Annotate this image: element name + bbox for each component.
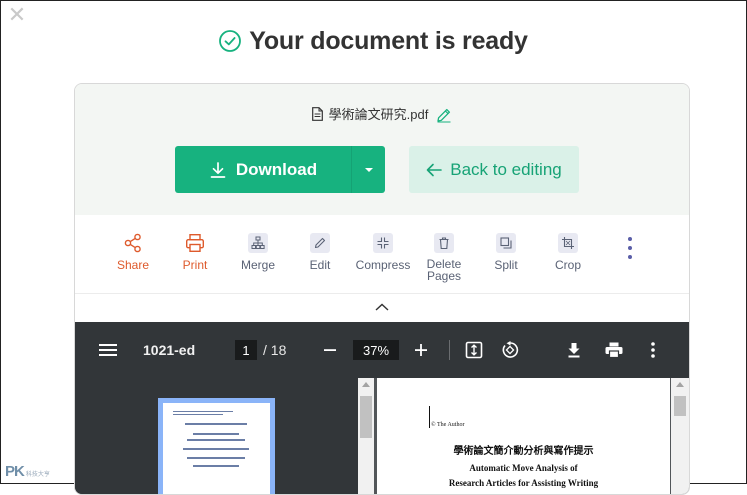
- rename-pencil-icon[interactable]: [436, 107, 452, 123]
- download-icon: [210, 161, 226, 178]
- compress-icon: [373, 233, 393, 253]
- watermark-text: PK: [5, 463, 25, 480]
- tool-bar: Share Print Merge Edit Compress Delete P…: [75, 215, 689, 293]
- check-circle-icon: [219, 30, 242, 52]
- printer-icon: [186, 234, 205, 253]
- download-options-toggle[interactable]: [352, 146, 385, 193]
- text-cursor: [429, 406, 430, 428]
- page-total: / 18: [263, 342, 287, 358]
- close-button[interactable]: ✕: [7, 4, 27, 26]
- tool-label: Print: [182, 258, 208, 272]
- chevron-up-icon: [375, 303, 389, 311]
- fit-page-icon[interactable]: [465, 322, 483, 378]
- split-icon: [496, 233, 516, 253]
- tool-label: Crop: [554, 258, 581, 272]
- tool-crop[interactable]: Crop: [536, 233, 600, 272]
- zoom-in-icon[interactable]: [414, 322, 428, 378]
- toolbar-divider: [449, 340, 450, 360]
- page-thumbnail[interactable]: [158, 398, 275, 494]
- page-title: Your document is ready: [1, 27, 746, 56]
- thumbnail-scrollbar[interactable]: [358, 378, 374, 494]
- viewer-doc-name: 1021-ed: [143, 342, 196, 358]
- tool-label: Share: [116, 258, 150, 272]
- tool-share[interactable]: Share: [101, 233, 165, 272]
- card-header: 學術論文研究.pdf Download Back to editing: [75, 84, 689, 215]
- page-title-en-2: Research Articles for Assisting Writing: [448, 478, 599, 488]
- caret-down-icon: [364, 167, 373, 172]
- pdf-viewer-toolbar: 1021-ed 1 / 18 37%: [75, 322, 689, 378]
- page-title-zh: 學術論文簡介動分析與寫作提示: [453, 446, 594, 457]
- zoom-out-icon[interactable]: [323, 322, 337, 378]
- thumbnail-page: [163, 403, 270, 494]
- download-label: Download: [235, 159, 318, 179]
- tool-edit[interactable]: Edit: [288, 233, 352, 272]
- tool-label: Compress: [355, 258, 411, 272]
- tool-label: Split: [494, 258, 518, 272]
- thumbnail-pane: [75, 378, 358, 494]
- more-options-icon[interactable]: [623, 237, 637, 263]
- file-name: 學術論文研究.pdf: [328, 107, 429, 122]
- page-indicator: 1 / 18: [235, 322, 286, 378]
- result-card: 學術論文研究.pdf Download Back to editing Shar…: [74, 83, 690, 495]
- menu-icon[interactable]: [99, 322, 117, 378]
- rotate-icon[interactable]: [501, 322, 519, 378]
- tool-delete-pages[interactable]: Delete Pages: [412, 233, 476, 282]
- tool-label: Edit: [309, 258, 331, 272]
- tool-label: Delete Pages: [426, 257, 462, 283]
- tool-split[interactable]: Split: [474, 233, 538, 272]
- page-number-input[interactable]: 1: [235, 340, 257, 360]
- download-main[interactable]: Download: [175, 146, 351, 193]
- download-button[interactable]: Download: [175, 146, 385, 193]
- page-scrollbar[interactable]: [671, 378, 689, 494]
- trash-icon: [434, 233, 454, 253]
- file-icon: [311, 107, 323, 121]
- collapse-toolbar-toggle[interactable]: [75, 293, 689, 322]
- back-to-editing-button[interactable]: Back to editing: [409, 146, 579, 193]
- pdf-page: © The Author 學術論文簡介動分析與寫作提示 Automatic Mo…: [377, 378, 670, 494]
- page-title-en-1: Automatic Move Analysis of: [469, 463, 578, 473]
- arrow-left-icon: [426, 163, 443, 176]
- page-copyright: © The Author: [431, 422, 465, 428]
- zoom-level-input[interactable]: 37%: [353, 340, 399, 360]
- viewer-print-icon[interactable]: [605, 322, 623, 378]
- watermark-sub: 科技大亨: [25, 472, 50, 478]
- tool-merge[interactable]: Merge: [226, 233, 290, 272]
- edit-icon: [310, 233, 330, 253]
- file-row: 學術論文研究.pdf: [75, 104, 689, 123]
- viewer-download-icon[interactable]: [566, 322, 582, 378]
- title-text: Your document is ready: [249, 27, 528, 55]
- tool-label: Merge: [240, 258, 275, 272]
- back-label: Back to editing: [450, 159, 562, 179]
- viewer-more-icon[interactable]: [651, 322, 655, 378]
- share-icon: [124, 233, 141, 253]
- merge-icon: [248, 233, 268, 253]
- tool-compress[interactable]: Compress: [351, 233, 415, 272]
- tool-print[interactable]: Print: [163, 233, 227, 272]
- crop-icon: [558, 233, 578, 253]
- pdf-viewer-body: © The Author 學術論文簡介動分析與寫作提示 Automatic Mo…: [75, 378, 689, 494]
- watermark-logo: PK 科技大亨: [5, 463, 50, 480]
- page-view: © The Author 學術論文簡介動分析與寫作提示 Automatic Mo…: [376, 378, 671, 494]
